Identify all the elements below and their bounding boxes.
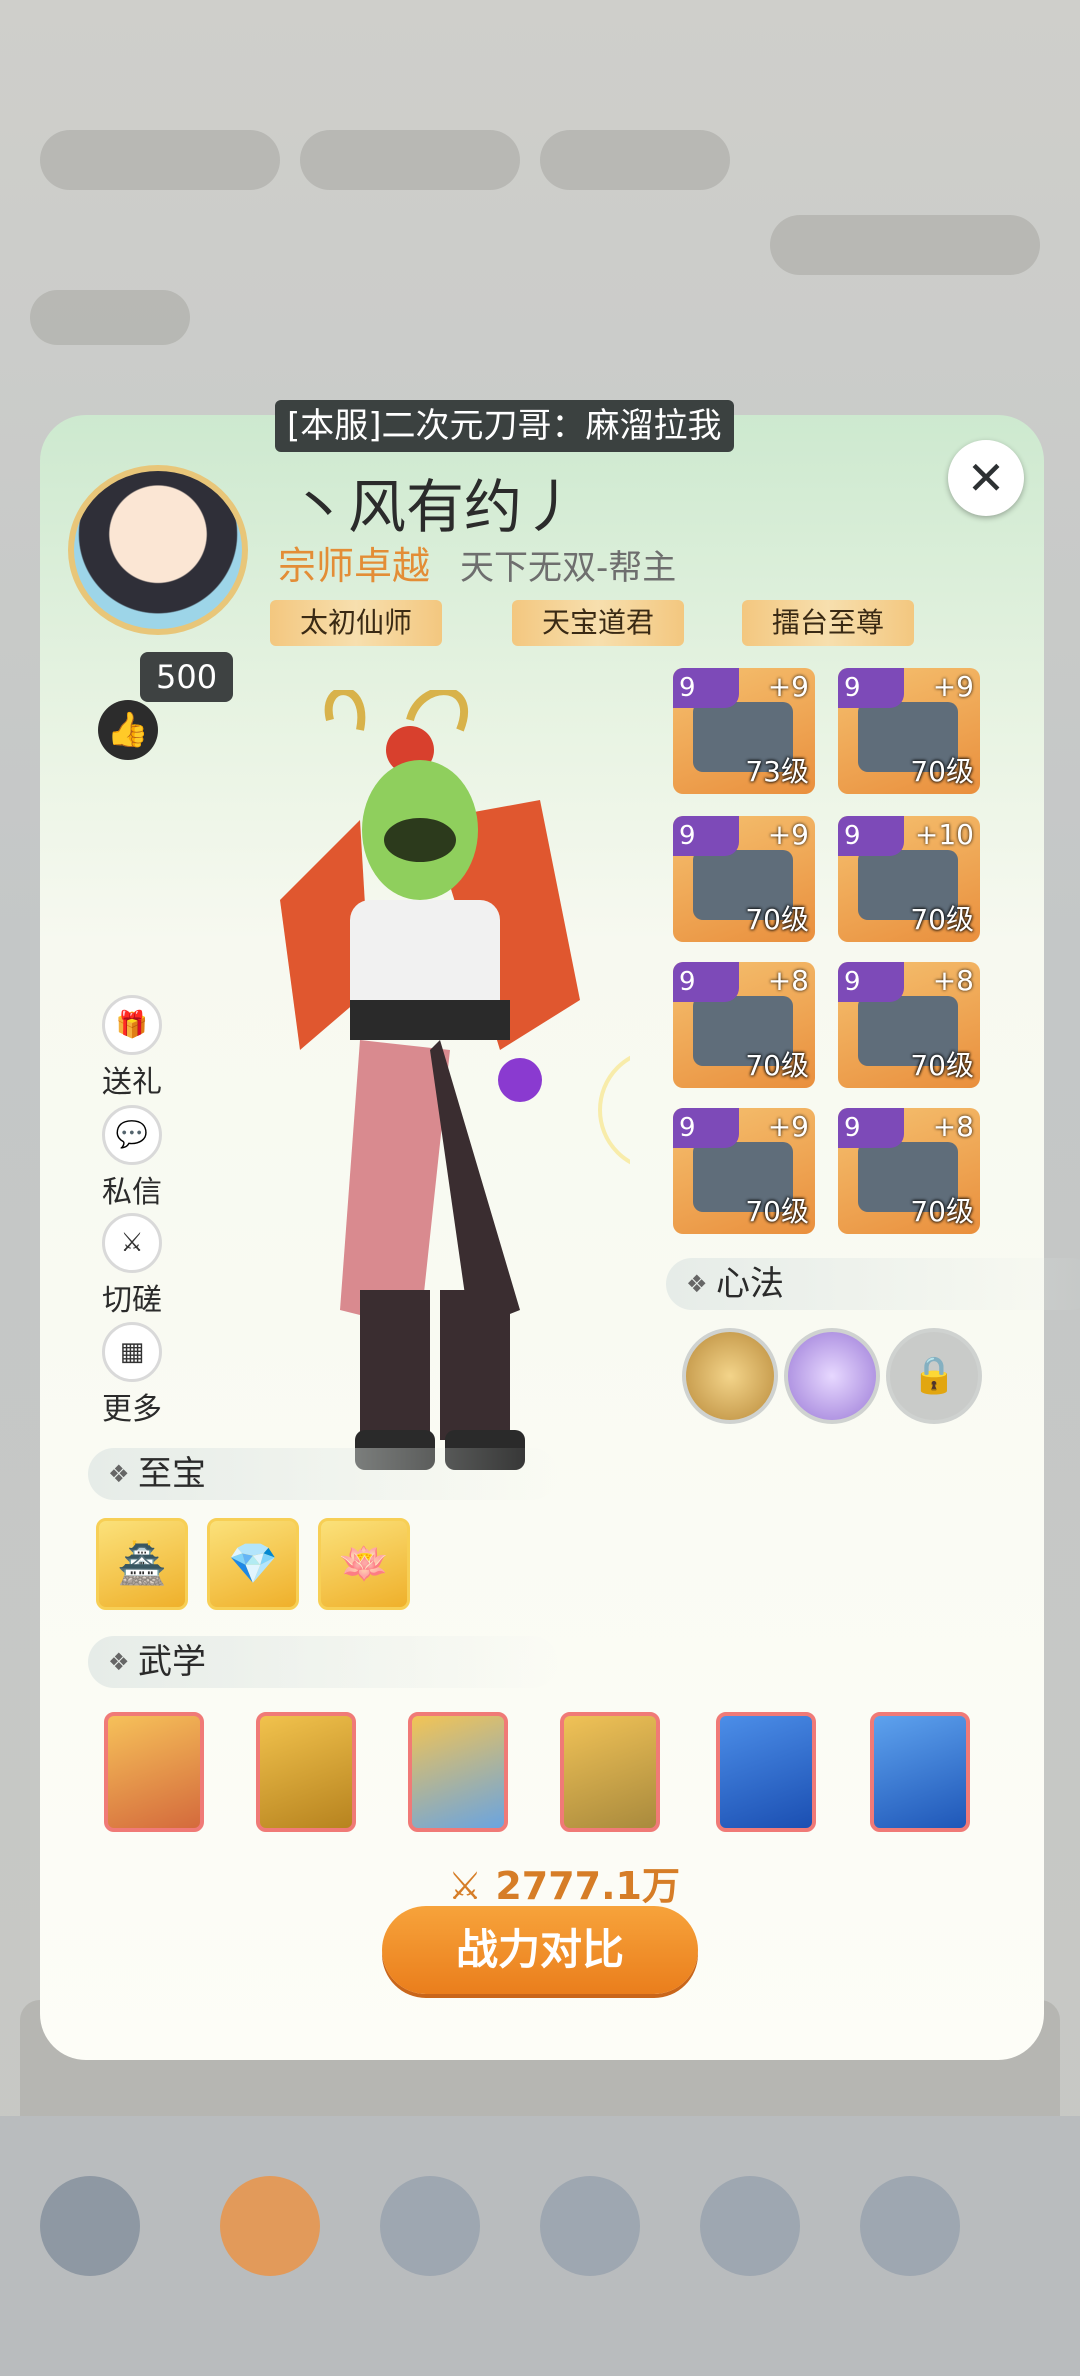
close-icon: ✕ (966, 451, 1006, 505)
quality-badge: 9 (673, 668, 739, 708)
server-title-tag: [本服]二次元刀哥：麻溜拉我 (275, 400, 734, 452)
enhance-level: +8 (932, 964, 974, 997)
crystal-icon: 💎 (228, 1541, 278, 1587)
equip-slot-boots[interactable]: 9 +8 70级 (838, 962, 980, 1088)
quality-badge: 9 (838, 668, 904, 708)
treasure-pagoda[interactable]: 🏯 (96, 1518, 188, 1610)
diamond-icon: ❖ (108, 1460, 130, 1488)
title-badge-2[interactable]: 天宝道君 (512, 600, 685, 646)
close-button[interactable]: ✕ (948, 440, 1024, 516)
quality-badge: 9 (838, 962, 904, 1002)
martial-skill-1[interactable] (104, 1712, 204, 1832)
lotus-icon: 🪷 (339, 1541, 389, 1587)
pagoda-icon: 🏯 (117, 1541, 167, 1587)
enhance-level: +8 (932, 1110, 974, 1143)
diamond-icon: ❖ (108, 1648, 130, 1676)
chat-icon: 💬 (102, 1105, 162, 1165)
player-name: 丶风有约丿 (290, 473, 581, 541)
more-grid-icon: ▦ (102, 1322, 162, 1382)
item-level: 70级 (745, 1049, 809, 1082)
gift-button[interactable]: 🎁 送礼 (92, 995, 172, 1101)
duel-label: 切磋 (102, 1283, 162, 1318)
treasure-lotus[interactable]: 🪷 (318, 1518, 410, 1610)
message-button[interactable]: 💬 私信 (92, 1105, 172, 1211)
enhance-level: +9 (767, 670, 809, 703)
treasure-crystal[interactable]: 💎 (207, 1518, 299, 1610)
martial-skill-4[interactable] (560, 1712, 660, 1832)
title-badge-1[interactable]: 太初仙师 (270, 600, 443, 646)
duel-button[interactable]: ⚔ 切磋 (92, 1213, 172, 1319)
equip-slot-armor[interactable]: 9 +9 70级 (673, 816, 815, 942)
enhance-level: +8 (767, 964, 809, 997)
treasure-title: 至宝 (138, 1454, 206, 1494)
more-label: 更多 (102, 1392, 162, 1427)
quality-badge: 9 (673, 1108, 739, 1148)
mind-skill-1[interactable] (682, 1328, 778, 1424)
martial-skill-2[interactable] (256, 1712, 356, 1832)
enhance-level: +9 (767, 1110, 809, 1143)
mind-skill-2[interactable] (784, 1328, 880, 1424)
battle-power-icon: ⚔ (448, 1864, 483, 1908)
avatar[interactable] (68, 465, 248, 635)
title-badge-3[interactable]: 擂台至尊 (742, 600, 915, 646)
equip-slot-pendant[interactable]: 9 +8 70级 (838, 1108, 980, 1234)
swords-icon: ⚔ (102, 1213, 162, 1273)
gift-label: 送礼 (102, 1065, 162, 1100)
bottom-nav-bar (0, 2116, 1080, 2376)
more-button[interactable]: ▦ 更多 (92, 1322, 172, 1428)
power-compare-button[interactable]: 战力对比 (382, 1906, 698, 1994)
guild-label: 天下无双-帮主 (460, 548, 677, 588)
martial-skill-3[interactable] (408, 1712, 508, 1832)
treasure-header: ❖ 至宝 (88, 1448, 558, 1500)
item-level: 70级 (910, 903, 974, 936)
item-level: 70级 (745, 903, 809, 936)
like-count: 500 (140, 652, 234, 702)
equip-slot-weapon[interactable]: 9 +9 73级 (673, 668, 815, 794)
lock-icon: 🔒 (911, 1355, 957, 1396)
quality-badge: 9 (673, 962, 739, 1002)
rank-label: 宗师卓越 (278, 544, 431, 588)
like-button[interactable]: 👍 (98, 700, 158, 760)
equip-slot-helmet[interactable]: 9 +9 70级 (838, 668, 980, 794)
gift-icon: 🎁 (102, 995, 162, 1055)
enhance-level: +9 (932, 670, 974, 703)
quality-badge: 9 (838, 1108, 904, 1148)
item-level: 73级 (745, 755, 809, 788)
character-model (280, 690, 630, 1470)
equip-slot-robe[interactable]: 9 +10 70级 (838, 816, 980, 942)
quality-badge: 9 (838, 816, 904, 856)
diamond-icon: ❖ (686, 1270, 708, 1298)
martial-skill-5[interactable] (716, 1712, 816, 1832)
martial-title: 武学 (138, 1642, 206, 1682)
martial-header: ❖ 武学 (88, 1636, 558, 1688)
thumbs-up-icon: 👍 (106, 710, 150, 750)
battle-power-value: 2777.1万 (495, 1864, 680, 1908)
item-level: 70级 (745, 1195, 809, 1228)
enhance-level: +10 (914, 818, 974, 851)
martial-skill-6[interactable] (870, 1712, 970, 1832)
item-level: 70级 (910, 1195, 974, 1228)
quality-badge: 9 (673, 816, 739, 856)
message-label: 私信 (102, 1175, 162, 1210)
equip-slot-bracer[interactable]: 9 +8 70级 (673, 962, 815, 1088)
mind-skill-locked: 🔒 (886, 1328, 982, 1424)
mind-method-title: 心法 (716, 1264, 784, 1304)
mind-method-header: ❖ 心法 (666, 1258, 1080, 1310)
equip-slot-ring[interactable]: 9 +9 70级 (673, 1108, 815, 1234)
enhance-level: +9 (767, 818, 809, 851)
item-level: 70级 (910, 755, 974, 788)
battle-power: ⚔ 2777.1万 (448, 1855, 680, 1910)
item-level: 70级 (910, 1049, 974, 1082)
